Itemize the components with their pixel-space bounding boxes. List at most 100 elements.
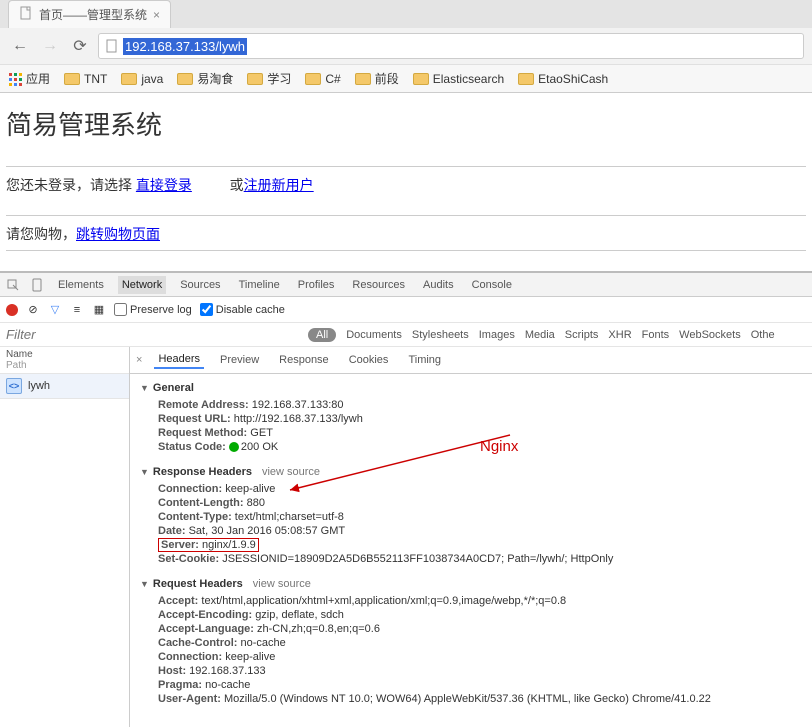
filter-type[interactable]: WebSockets [679,329,741,341]
header-row: Accept: text/html,application/xhtml+xml,… [140,594,802,608]
filter-types: All Documents Stylesheets Images Media S… [300,323,783,346]
folder-icon [121,73,137,85]
status-dot-icon [229,442,239,452]
header-row: Remote Address: 192.168.37.133:80 [140,398,802,412]
network-controls: ⊘ ▽ ≡ ▦ Preserve log Disable cache [0,297,812,323]
header-row: Connection: keep-alive [140,482,802,496]
login-line: 您还未登录，请选择 直接登录 或注册新用户 [6,175,806,195]
bookmark-item[interactable]: 易淘食 [177,70,233,87]
header-row: Status Code: 200 OK [140,440,802,454]
view-source-link[interactable]: view source [262,466,320,478]
document-icon: <> [6,378,22,394]
filter-type[interactable]: XHR [608,329,631,341]
header-row: Accept-Language: zh-CN,zh;q=0.8,en;q=0.6 [140,622,802,636]
tab-audits[interactable]: Audits [419,276,458,294]
device-icon[interactable] [30,278,44,292]
record-button[interactable] [6,304,18,316]
tabs-bar: 首页——管理型系统 × [0,0,812,28]
close-icon[interactable]: × [153,8,160,22]
filter-type[interactable]: Othe [751,329,775,341]
page-icon [105,39,119,53]
view-icon[interactable]: ▦ [92,303,106,317]
inspect-icon[interactable] [6,278,20,292]
filter-all[interactable]: All [308,328,336,342]
divider [6,250,806,251]
tab-sources[interactable]: Sources [176,276,224,294]
view-icon[interactable]: ≡ [70,303,84,317]
tab-cookies[interactable]: Cookies [345,352,393,368]
folder-icon [305,73,321,85]
bookmark-item[interactable]: C# [305,72,340,86]
header-row: Host: 192.168.37.133 [140,664,802,678]
disable-cache-toggle[interactable]: Disable cache [200,303,285,316]
devtools-body: NamePath <> lywh × Headers Preview Respo… [0,347,812,727]
register-link[interactable]: 注册新用户 [244,177,314,193]
close-icon[interactable]: × [136,354,142,366]
apps-button[interactable]: 应用 [8,70,50,87]
filter-icon[interactable]: ▽ [48,303,62,317]
section-response-headers: Response Headersview source Connection: … [130,458,812,570]
bookmark-item[interactable]: 前段 [355,70,399,87]
filter-type[interactable]: Images [479,329,515,341]
shop-link[interactable]: 跳转购物页面 [76,226,160,242]
request-name: lywh [28,380,50,392]
tab-title: 首页——管理型系统 [39,6,147,23]
tab-network[interactable]: Network [118,276,166,294]
header-row: Date: Sat, 30 Jan 2016 05:08:57 GMT [140,524,802,538]
url-text: 192.168.37.133/lywh [123,38,247,55]
header-row: Request Method: GET [140,426,802,440]
filter-type[interactable]: Documents [346,329,402,341]
section-title[interactable]: Request Headersview source [140,574,802,594]
apps-label: 应用 [26,70,50,87]
filter-type[interactable]: Fonts [642,329,670,341]
section-title[interactable]: Response Headersview source [140,462,802,482]
filter-input[interactable] [0,323,300,346]
tab-resources[interactable]: Resources [348,276,409,294]
nav-toolbar: ← → ⟳ 192.168.37.133/lywh [0,28,812,64]
filter-type[interactable]: Stylesheets [412,329,469,341]
forward-button[interactable]: → [38,34,62,58]
header-row: Set-Cookie: JSESSIONID=18909D2A5D6B55211… [140,552,802,566]
header-row: Content-Length: 880 [140,496,802,510]
tab-headers[interactable]: Headers [154,351,204,369]
clear-icon[interactable]: ⊘ [26,303,40,317]
tab-preview[interactable]: Preview [216,352,263,368]
tab-timing[interactable]: Timing [404,352,445,368]
disable-cache-checkbox[interactable] [200,303,213,316]
tab-console[interactable]: Console [468,276,516,294]
tab-response[interactable]: Response [275,352,333,368]
url-bar[interactable]: 192.168.37.133/lywh [98,33,804,59]
bookmark-item[interactable]: java [121,72,163,86]
back-button[interactable]: ← [8,34,32,58]
page-content: 简易管理系统 您还未登录，请选择 直接登录 或注册新用户 请您购物，跳转购物页面 [0,93,812,271]
tab-elements[interactable]: Elements [54,276,108,294]
request-item[interactable]: <> lywh [0,374,129,399]
page-icon [19,6,33,23]
bookmark-item[interactable]: 学习 [247,70,291,87]
bookmark-item[interactable]: TNT [64,72,107,86]
header-row-server: Server: nginx/1.9.9 [140,538,802,552]
filter-type[interactable]: Scripts [565,329,599,341]
reload-button[interactable]: ⟳ [68,34,92,58]
tab-timeline[interactable]: Timeline [235,276,284,294]
divider [6,166,806,167]
header-row: Cache-Control: no-cache [140,636,802,650]
browser-tab[interactable]: 首页——管理型系统 × [8,0,171,28]
bookmarks-bar: 应用 TNT java 易淘食 学习 C# 前段 Elasticsearch E… [0,64,812,92]
bookmark-item[interactable]: Elasticsearch [413,72,504,86]
apps-icon [8,72,22,86]
filter-type[interactable]: Media [525,329,555,341]
bookmark-item[interactable]: EtaoShiCash [518,72,608,86]
requests-sidebar: NamePath <> lywh [0,347,130,727]
preserve-log-toggle[interactable]: Preserve log [114,303,192,316]
new-tab-button[interactable] [171,20,187,28]
preserve-log-checkbox[interactable] [114,303,127,316]
devtools-panel: Elements Network Sources Timeline Profil… [0,271,812,727]
tab-profiles[interactable]: Profiles [294,276,339,294]
header-row: Pragma: no-cache [140,678,802,692]
view-source-link[interactable]: view source [253,578,311,590]
login-link[interactable]: 直接登录 [136,177,192,193]
request-detail: × Headers Preview Response Cookies Timin… [130,347,812,727]
section-title[interactable]: General [140,378,802,398]
detail-tabs: × Headers Preview Response Cookies Timin… [130,347,812,374]
